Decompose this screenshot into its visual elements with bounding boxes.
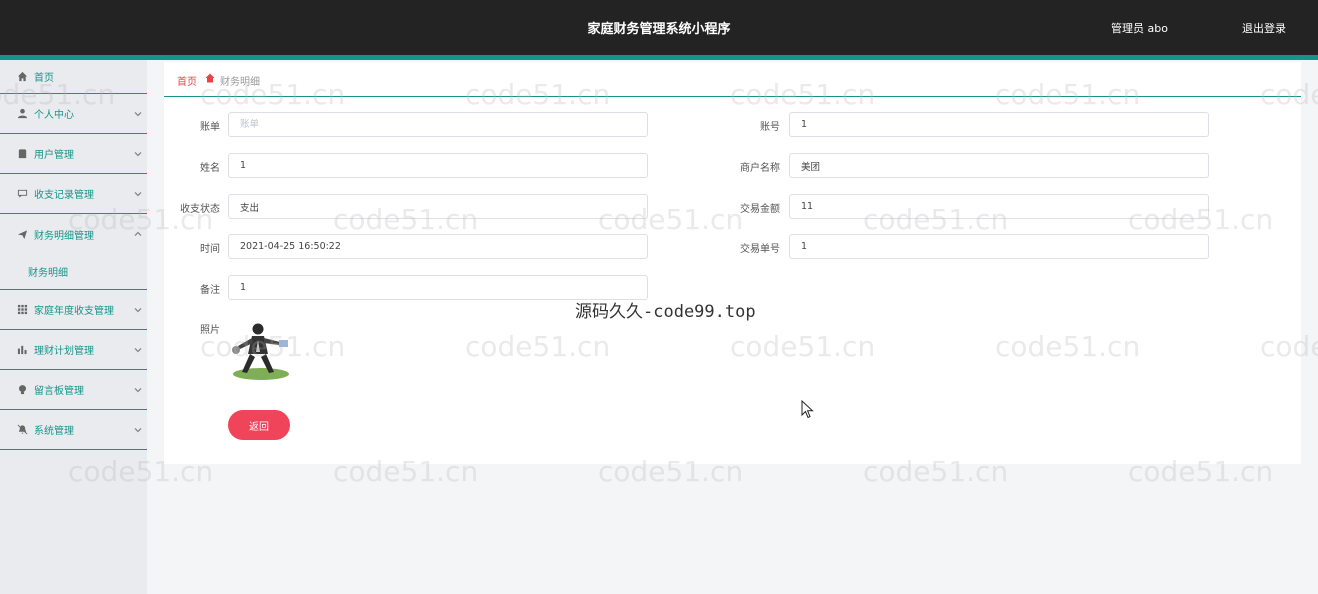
time-label: 时间 (200, 244, 220, 255)
bill-input[interactable] (228, 112, 648, 137)
name-label: 姓名 (200, 163, 220, 174)
detail-panel: 首页 财务明细 账单 姓名 收支状态 时间 备注 照片 账号 商户名称 交易金额… (164, 62, 1301, 464)
sidebar-item-user-management[interactable]: 用户管理 (0, 134, 147, 174)
sidebar-item-label: 财务明细管理 (34, 230, 94, 242)
sidebar: 首页 个人中心 用户管理 收支记录管理 财务明细管理 财务明细 家庭年度收支管理… (0, 60, 147, 594)
record-photo (228, 320, 294, 382)
sidebar-item-label: 留言板管理 (34, 386, 84, 397)
sidebar-item-label: 用户管理 (34, 150, 74, 161)
order-no-input[interactable] (789, 234, 1209, 259)
chevron-down-icon (134, 426, 142, 434)
sidebar-item-message-board[interactable]: 留言板管理 (0, 370, 147, 410)
status-label: 收支状态 (180, 204, 220, 215)
amount-input[interactable] (789, 194, 1209, 219)
top-header: 家庭财务管理系统小程序 管理员 abo 退出登录 (0, 0, 1318, 55)
merchant-label: 商户名称 (740, 163, 780, 174)
order-no-label: 交易单号 (740, 244, 780, 255)
breadcrumb: 首页 财务明细 (164, 62, 1301, 97)
chat-icon (16, 188, 28, 200)
sidebar-item-label: 个人中心 (34, 110, 74, 121)
sidebar-item-label: 系统管理 (34, 426, 74, 437)
account-input[interactable] (789, 112, 1209, 137)
time-input[interactable] (228, 234, 648, 259)
sidebar-item-annual-budget[interactable]: 家庭年度收支管理 (0, 290, 147, 330)
bar-chart-icon (16, 344, 28, 356)
logout-link[interactable]: 退出登录 (1242, 20, 1286, 36)
person-icon (16, 108, 28, 120)
sidebar-item-home[interactable]: 首页 (0, 60, 147, 94)
account-label: 账号 (760, 122, 780, 133)
current-user: 管理员 abo (1111, 22, 1168, 35)
sidebar-item-label: 理财计划管理 (34, 346, 94, 357)
chevron-down-icon (134, 306, 142, 314)
sidebar-item-label: 首页 (34, 73, 54, 84)
sidebar-item-income-expense-records[interactable]: 收支记录管理 (0, 174, 147, 214)
home-icon (205, 73, 215, 83)
remark-input[interactable] (228, 275, 648, 300)
sidebar-item-label: 收支记录管理 (34, 190, 94, 201)
send-icon (16, 228, 28, 240)
breadcrumb-current: 财务明细 (220, 77, 260, 88)
bulb-icon (16, 384, 28, 396)
chevron-down-icon (134, 190, 142, 198)
bill-label: 账单 (200, 122, 220, 133)
breadcrumb-home-link[interactable]: 首页 (177, 73, 197, 88)
sidebar-item-system-management[interactable]: 系统管理 (0, 410, 147, 450)
remark-label: 备注 (200, 285, 220, 296)
sidebar-item-label: 家庭年度收支管理 (34, 306, 114, 317)
photo-label: 照片 (200, 325, 220, 336)
clipboard-icon (16, 148, 28, 160)
back-button[interactable]: 返回 (228, 410, 290, 440)
bell-off-icon (16, 424, 28, 436)
mouse-cursor-icon (801, 399, 815, 420)
sidebar-item-financial-plan[interactable]: 理财计划管理 (0, 330, 147, 370)
status-input[interactable] (228, 194, 648, 219)
sidebar-item-personal-center[interactable]: 个人中心 (0, 94, 147, 134)
header-accent-stripe (0, 55, 1318, 60)
merchant-input[interactable] (789, 153, 1209, 178)
home-icon (16, 71, 28, 83)
amount-label: 交易金额 (740, 204, 780, 215)
chevron-down-icon (134, 346, 142, 354)
sidebar-subitem-finance-detail[interactable]: 财务明细 (0, 254, 147, 290)
chevron-up-icon (134, 230, 142, 238)
grid-icon (16, 304, 28, 316)
name-input[interactable] (228, 153, 648, 178)
sidebar-item-finance-detail-management[interactable]: 财务明细管理 (0, 214, 147, 254)
chevron-down-icon (134, 110, 142, 118)
chevron-down-icon (134, 386, 142, 394)
chevron-down-icon (134, 150, 142, 158)
